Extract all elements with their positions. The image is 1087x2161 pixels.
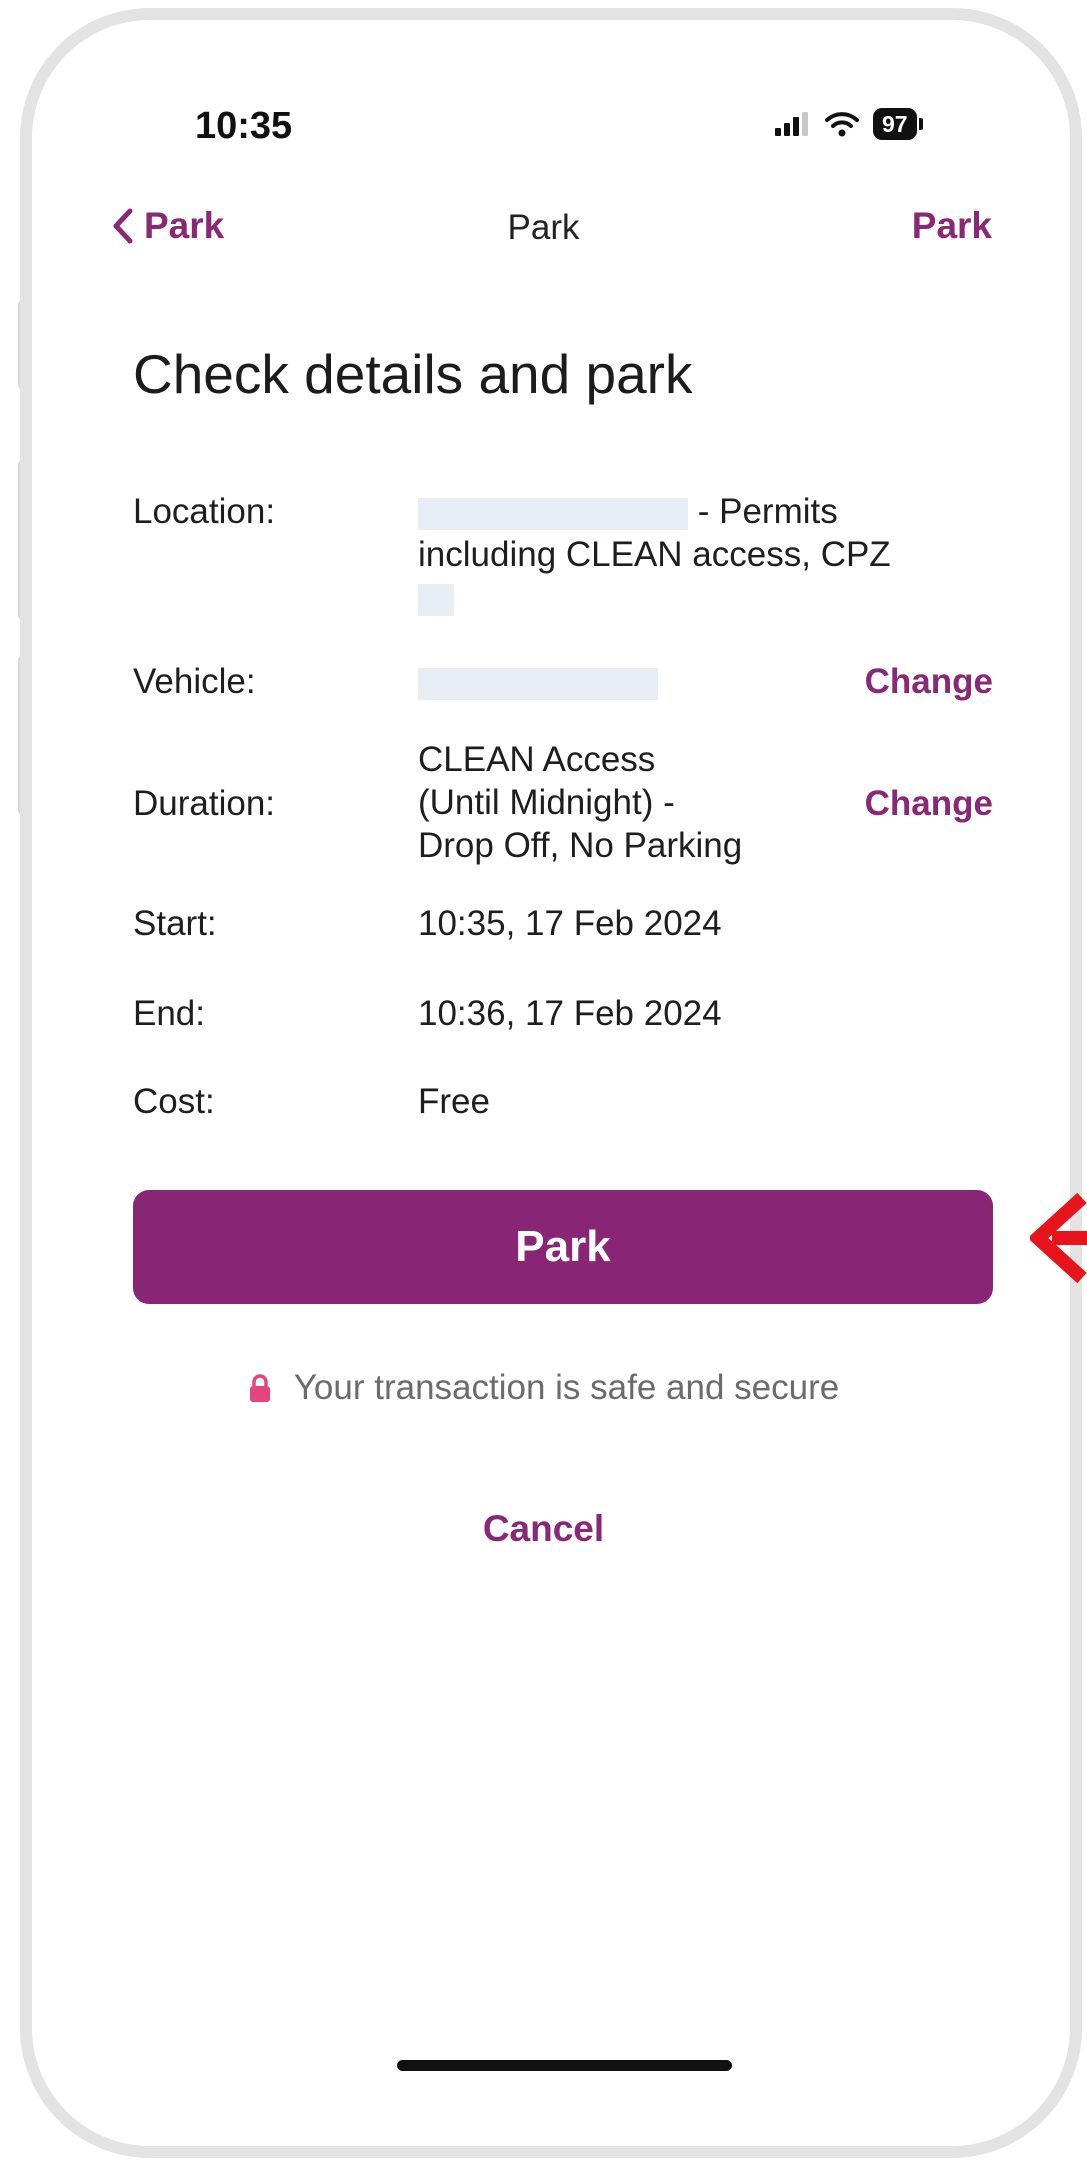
back-button[interactable]: Park [112, 205, 224, 247]
change-duration-link[interactable]: Change [865, 782, 993, 825]
end-value: 10:36, 17 Feb 2024 [418, 994, 722, 1033]
location-value: - Permits including CLEAN access, CPZ [418, 490, 891, 619]
lock-icon [249, 1374, 270, 1402]
secure-text: Your transaction is safe and secure [293, 1368, 840, 1407]
chevron-left-icon [113, 208, 133, 244]
redacted-text [418, 667, 658, 700]
change-vehicle-link[interactable]: Change [865, 660, 993, 703]
back-label: Park [144, 205, 225, 246]
duration-line: Drop Off, No Parking [418, 826, 743, 865]
vehicle-label: Vehicle: [133, 662, 256, 701]
duration-line: CLEAN Access [418, 740, 656, 779]
cost-value: Free [418, 1082, 490, 1121]
signal-icon [775, 112, 808, 136]
start-label: Start: [133, 904, 217, 943]
park-button[interactable]: Park [133, 1190, 993, 1304]
secure-note: Your transaction is safe and secure [0, 1368, 1087, 1408]
duration-line: (Until Midnight) - [418, 783, 675, 822]
status-time: 10:35 [195, 105, 293, 147]
location-value-suffix: - Permits [697, 492, 838, 531]
vehicle-value [418, 660, 658, 703]
location-label: Location: [133, 492, 276, 531]
home-indicator[interactable] [397, 2060, 732, 2071]
end-label: End: [133, 994, 205, 1033]
vehicle-row: Vehicle: Change [133, 660, 993, 706]
start-value: 10:35, 17 Feb 2024 [418, 904, 722, 943]
start-row: Start: 10:35, 17 Feb 2024 [133, 902, 993, 948]
wifi-icon [825, 112, 859, 137]
redacted-text [418, 497, 688, 530]
end-row: End: 10:36, 17 Feb 2024 [133, 992, 993, 1038]
location-value-line2: including CLEAN access, CPZ [418, 535, 891, 574]
status-icons: 97 [775, 108, 923, 140]
cancel-link[interactable]: Cancel [483, 1508, 604, 1549]
page-title: Check details and park [133, 343, 693, 405]
redacted-text [418, 583, 454, 616]
location-row: Location: - Permits including CLEAN acce… [133, 490, 993, 630]
nav-title: Park [507, 208, 580, 247]
duration-row: Duration: CLEAN Access (Until Midnight) … [133, 738, 993, 870]
cost-label: Cost: [133, 1082, 215, 1121]
duration-value: CLEAN Access (Until Midnight) - Drop Off… [418, 738, 742, 867]
cost-row: Cost: Free [133, 1080, 993, 1126]
nav-right-link[interactable]: Park [912, 205, 992, 247]
duration-label: Duration: [133, 784, 276, 823]
red-arrow-icon [1030, 1192, 1087, 1284]
battery-tip [918, 118, 923, 130]
battery-icon: 97 [873, 108, 917, 140]
